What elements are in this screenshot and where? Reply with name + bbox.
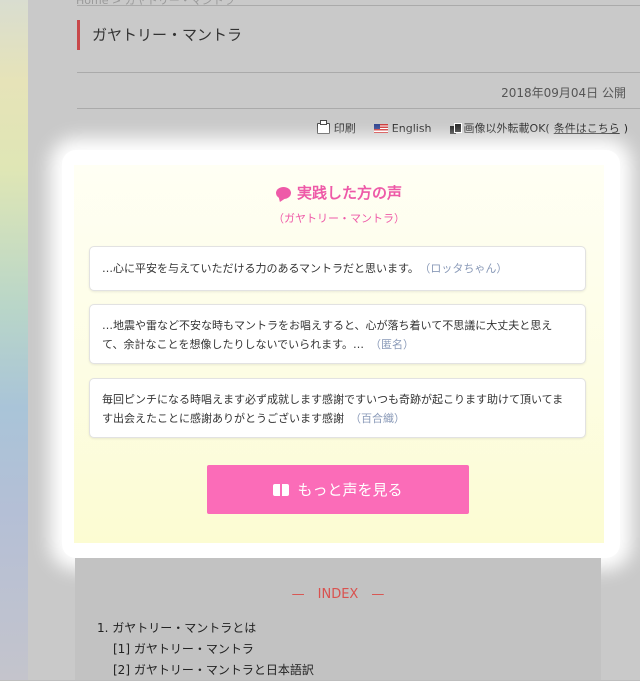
english-label: English [391, 121, 432, 135]
printer-icon [316, 119, 330, 134]
testimonial-author: （百合織） [350, 412, 405, 425]
print-button[interactable]: 印刷 [316, 119, 356, 136]
copy-icon [449, 122, 462, 134]
license-notice: 画像以外転載OK( 条件はこちら ) [449, 120, 628, 136]
english-link[interactable]: English [373, 121, 432, 135]
breadcrumb[interactable]: Home > ガヤトリー・マントラ [76, 0, 235, 8]
page-title: ガヤトリー・マントラ [92, 26, 243, 44]
testimonial-card: …地震や雷など不安な時もマントラをお唱えすると、心が落ち着いて不思議に大丈夫と思… [89, 304, 586, 364]
index-item[interactable]: [1] ガヤトリー・マントラ [97, 639, 314, 660]
testimonials-title: 実践した方の声 [296, 184, 402, 202]
testimonial-text: 毎回ピンチになる時唱えます必ず成就します感謝ですいつも奇跡が起こります助けて頂い… [102, 393, 564, 425]
testimonial-author: （匿名） [370, 338, 415, 351]
side-gradient [0, 0, 28, 680]
index-item[interactable]: 1. ガヤトリー・マントラとは [97, 618, 314, 639]
table-of-contents: — INDEX — 1. ガヤトリー・マントラとは [1] ガヤトリー・マントラ… [75, 558, 601, 680]
more-voices-button[interactable]: もっと声を見る [207, 465, 469, 514]
us-flag-icon [373, 123, 388, 133]
divider [77, 72, 640, 73]
page-title-bar: ガヤトリー・マントラ [77, 20, 640, 50]
print-label: 印刷 [333, 122, 356, 135]
article-toolbar: 印刷 English 画像以外転載OK( 条件はこちら ) [316, 119, 628, 136]
license-prefix: 画像以外転載OK( [463, 122, 550, 135]
testimonial-card: 毎回ピンチになる時唱えます必ず成就します感謝ですいつも奇跡が起こります助けて頂い… [89, 378, 586, 438]
license-suffix: ) [623, 121, 628, 135]
index-title: — INDEX — [291, 587, 385, 602]
divider [77, 108, 640, 109]
testimonials-subtitle: （ガヤトリー・マントラ） [273, 212, 405, 225]
index-item[interactable]: [2] ガヤトリー・マントラと日本語訳 [97, 660, 314, 681]
book-icon [273, 483, 290, 496]
divider [77, 5, 640, 6]
speech-bubble-icon [275, 186, 291, 199]
publish-date: 2018年09月04日 公開 [501, 86, 626, 100]
index-list: 1. ガヤトリー・マントラとは [1] ガヤトリー・マントラ [2] ガヤトリー… [97, 618, 314, 681]
testimonial-text: …地震や雷など不安な時もマントラをお唱えすると、心が落ち着いて不思議に大丈夫と思… [102, 319, 553, 351]
license-conditions-link[interactable]: 条件はこちら [554, 120, 620, 136]
testimonial-card: …心に平安を与えていただける力のあるマントラだと思います。 （ロッタちゃん） [89, 246, 586, 291]
testimonial-text: …心に平安を与えていただける力のあるマントラだと思います。 [102, 262, 419, 275]
testimonial-author: （ロッタちゃん） [424, 262, 508, 275]
testimonials-heading: 実践した方の声 [74, 182, 604, 203]
more-voices-label: もっと声を見る [297, 481, 403, 499]
testimonials-box: 実践した方の声 （ガヤトリー・マントラ） …心に平安を与えていただける力のあるマ… [74, 165, 604, 543]
